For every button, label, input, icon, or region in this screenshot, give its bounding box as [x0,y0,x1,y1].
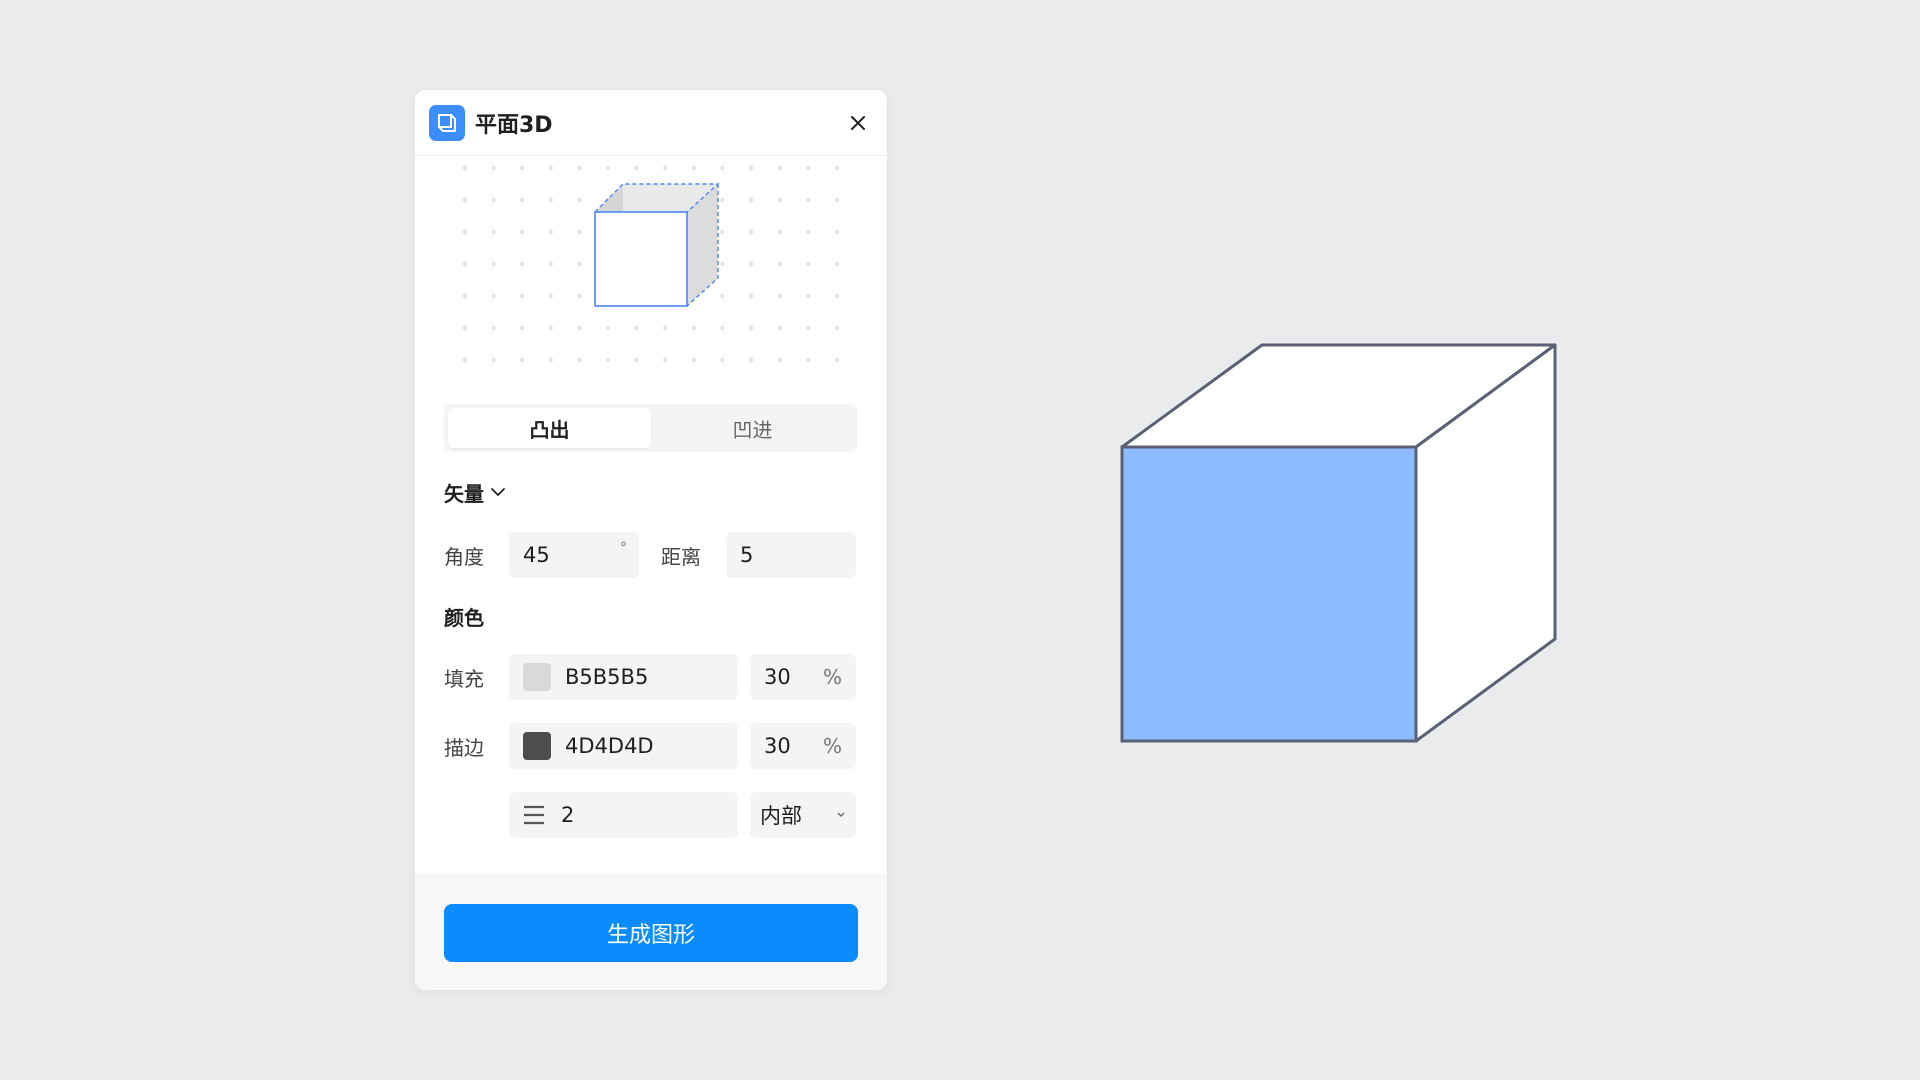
cube-front-face[interactable] [1120,445,1418,743]
canvas-cube[interactable] [0,0,1920,1080]
